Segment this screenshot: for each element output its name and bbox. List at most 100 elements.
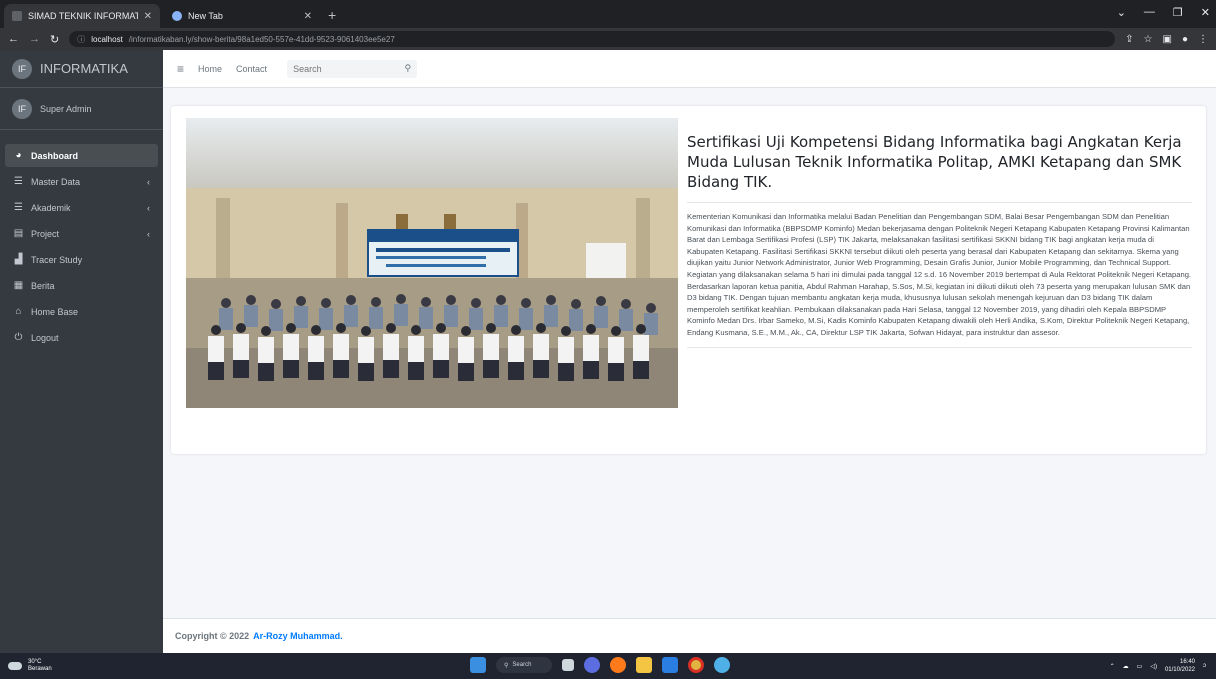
avatar: IF [12, 98, 32, 119]
sidebar-item-project[interactable]: ▤ Project ‹ [5, 222, 158, 245]
sidebar-item-logout[interactable]: ⏻ Logout [5, 326, 158, 349]
power-icon: ⏻ [14, 332, 23, 343]
task-view-icon[interactable] [562, 659, 574, 671]
search-icon: ⚲ [504, 662, 509, 669]
chart-icon: ▟ [14, 254, 23, 265]
share-icon[interactable]: ⇪ [1125, 34, 1133, 45]
sidebar-item-label: Home Base [31, 306, 79, 317]
newspaper-icon: ▦ [13, 280, 24, 291]
user-name: Super Admin [40, 103, 92, 114]
browser-tab-active[interactable]: SIMAD TEKNIK INFORMATIKA ✕ [4, 4, 160, 28]
browser-tab-bar: SIMAD TEKNIK INFORMATIKA ✕ New Tab ✕ + ⌄… [0, 0, 1216, 28]
windows-start-icon[interactable] [470, 657, 486, 673]
nav-link-home[interactable]: Home [198, 64, 222, 74]
brand-name: INFORMATIKA [40, 61, 128, 76]
url-host: localhost [91, 34, 123, 44]
clock[interactable]: 16:40 01/10/2022 [1165, 658, 1195, 674]
volume-icon[interactable]: ◁) [1150, 663, 1157, 670]
top-navbar: ≡ Home Contact ⚲ [163, 50, 1216, 88]
article: Sertifikasi Uji Kompetensi Bidang Inform… [687, 132, 1192, 348]
main-content: ≡ Home Contact ⚲ [163, 50, 1216, 653]
app-icon[interactable] [714, 657, 730, 673]
weather-temp: 30°C [28, 659, 42, 665]
sidebar-nav: ◕ Dashboard ☰ Master Data ‹ ☰ Akademik ‹… [0, 144, 163, 349]
file-explorer-icon[interactable] [636, 657, 652, 673]
navbar-search: ⚲ [287, 59, 418, 78]
sidebar-item-dashboard[interactable]: ◕ Dashboard [5, 144, 158, 167]
weather-condition: Berawan [28, 666, 52, 672]
article-divider [687, 346, 1192, 348]
news-photo [186, 118, 678, 408]
title-divider [687, 202, 1192, 203]
chat-icon[interactable] [584, 657, 600, 673]
database-icon: ▤ [13, 228, 24, 239]
chevron-left-icon: ‹ [147, 228, 150, 239]
taskbar-search[interactable]: ⚲ Search [496, 657, 552, 673]
clock-time: 16:40 [1179, 659, 1195, 665]
brand-logo: IF [12, 58, 32, 79]
cloud-sync-icon[interactable]: ☁ [1123, 663, 1129, 670]
taskbar-search-label: Search [512, 662, 532, 668]
weather-widget[interactable]: 30°C Berawan [0, 659, 52, 673]
article-body: Kementerian Komunikasi dan Informatika m… [687, 212, 1192, 337]
sidebar-item-label: Berita [31, 280, 55, 291]
home-icon: ⌂ [15, 306, 22, 317]
sidebar-item-label: Master Data [31, 176, 81, 187]
bookmark-star-icon[interactable]: ☆ [1144, 34, 1153, 45]
close-tab-icon[interactable]: ✕ [144, 11, 152, 22]
maximize-icon[interactable]: ❐ [1173, 6, 1183, 19]
sidebar-item-label: Dashboard [31, 150, 79, 161]
close-window-icon[interactable]: ✕ [1201, 6, 1210, 19]
store-icon[interactable] [662, 657, 678, 673]
sidebar-item-label: Tracer Study [31, 254, 83, 265]
toolbar-actions: ⇪ ☆ ▣ ● ⋮ [1125, 34, 1208, 45]
sidebar-item-berita[interactable]: ▦ Berita [5, 274, 158, 297]
new-tab-icon[interactable]: + [328, 7, 336, 23]
network-icon[interactable]: ▭ [1137, 663, 1143, 670]
menu-kebab-icon[interactable]: ⋮ [1198, 34, 1208, 45]
search-input[interactable] [293, 63, 394, 74]
sidebar-item-master-data[interactable]: ☰ Master Data ‹ [5, 170, 158, 193]
minimize-icon[interactable]: — [1144, 6, 1155, 19]
close-tab-icon[interactable]: ✕ [304, 11, 312, 22]
reload-icon[interactable]: ↻ [50, 33, 59, 46]
browser-tab-newtab[interactable]: New Tab ✕ [164, 4, 320, 28]
url-path: /informatikaban.ly/show-berita/98a1ed50-… [128, 34, 395, 44]
tab-favicon-icon [12, 11, 22, 21]
sidepanel-icon[interactable]: ▣ [1163, 34, 1172, 45]
search-icon[interactable]: ⚲ [404, 63, 411, 74]
nav-link-contact[interactable]: Contact [236, 64, 267, 74]
copyright-text: Copyright © 2022 [175, 631, 250, 641]
sidebar-item-tracer-study[interactable]: ▟ Tracer Study [5, 248, 158, 271]
hamburger-menu-icon[interactable]: ≡ [177, 62, 184, 76]
chevron-up-icon[interactable]: ⌃ [1110, 663, 1115, 670]
cloud-icon [8, 662, 22, 670]
firefox-icon[interactable] [610, 657, 626, 673]
author-link[interactable]: Ar-Rozy Muhammad. [253, 631, 343, 641]
site-info-icon[interactable]: ⓘ [77, 34, 85, 45]
list-icon: ☰ [14, 176, 23, 187]
sidebar-item-akademik[interactable]: ☰ Akademik ‹ [5, 196, 158, 219]
taskbar-apps: ⚲ Search [470, 657, 730, 673]
forward-icon[interactable]: → [29, 33, 40, 45]
window-controls: ⌄ — ❐ ✕ [1117, 6, 1210, 19]
sidebar-item-home-base[interactable]: ⌂ Home Base [5, 300, 158, 323]
back-icon[interactable]: ← [8, 33, 19, 45]
tab-search-icon[interactable]: ⌄ [1117, 6, 1126, 19]
sidebar-item-label: Project [31, 228, 60, 239]
os-taskbar: 30°C Berawan ⚲ Search ⌃ ☁ ▭ ◁) 16:40 01/1… [0, 653, 1216, 679]
chrome-icon[interactable] [688, 657, 704, 673]
browser-toolbar: ← → ↻ ⓘ localhost/informatikaban.ly/show… [0, 28, 1216, 50]
list-icon: ☰ [14, 202, 23, 213]
chevron-left-icon: ‹ [147, 202, 150, 213]
address-bar[interactable]: ⓘ localhost/informatikaban.ly/show-berit… [69, 31, 1116, 47]
notification-icon[interactable]: ↄ [1203, 663, 1206, 669]
user-panel[interactable]: IF Super Admin [0, 88, 163, 130]
sidebar-item-label: Akademik [31, 202, 71, 213]
profile-icon[interactable]: ● [1182, 34, 1188, 45]
brand[interactable]: IF INFORMATIKA [0, 50, 163, 88]
palette-icon: ◕ [15, 150, 22, 161]
chevron-left-icon: ‹ [147, 176, 150, 187]
system-tray: ⌃ ☁ ▭ ◁) 16:40 01/10/2022 ↄ [1110, 658, 1206, 674]
screen: SIMAD TEKNIK INFORMATIKA ✕ New Tab ✕ + ⌄… [0, 0, 1216, 679]
